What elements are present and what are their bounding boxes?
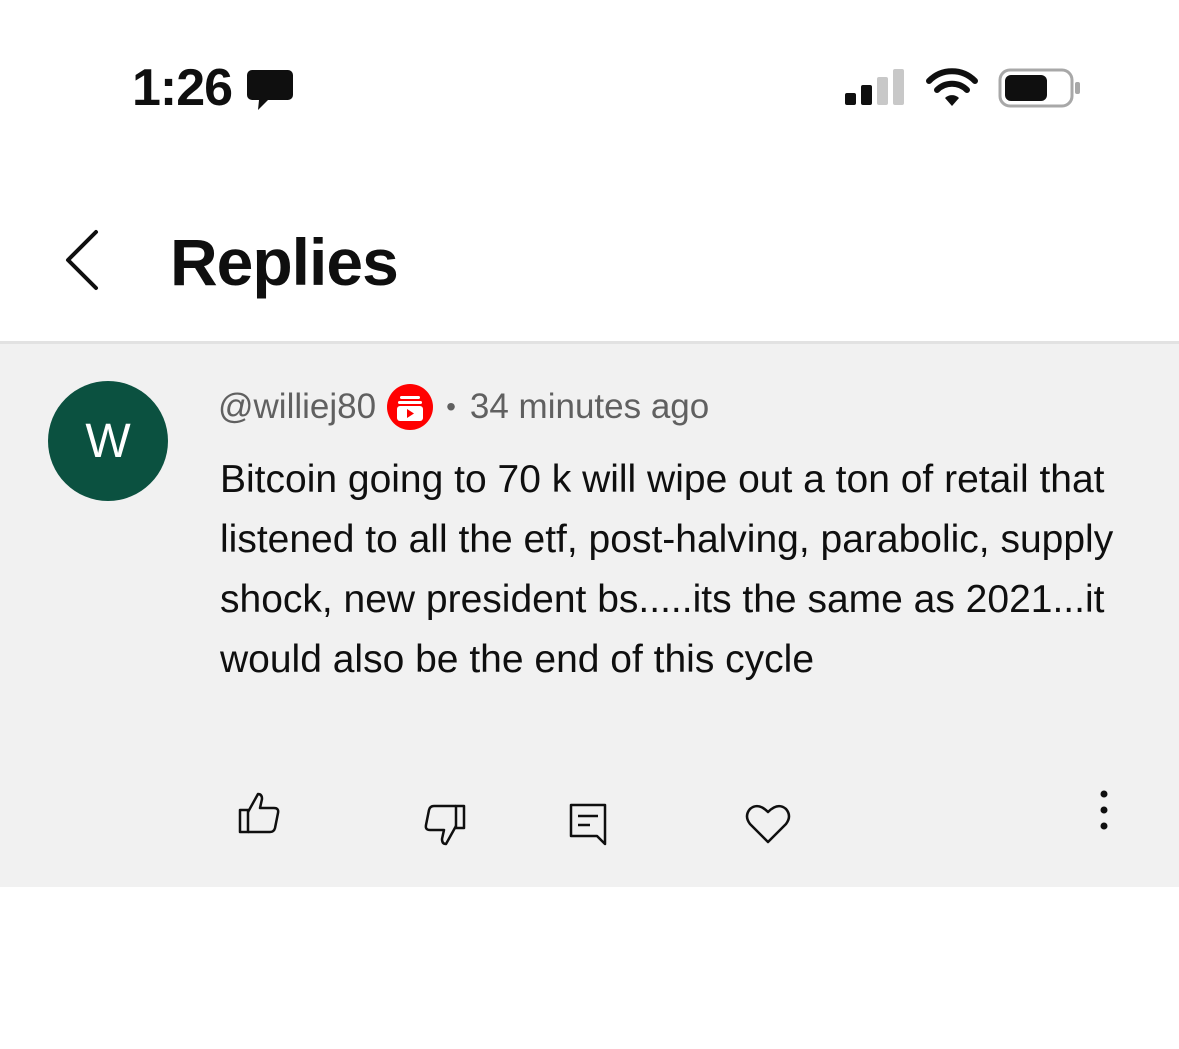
comment-meta: @williej80 • 34 minutes ago [218, 382, 709, 432]
comment-card: W @williej80 • 34 minutes ago Bitcoin go… [0, 344, 1179, 887]
comment-text: Bitcoin going to 70 k will wipe out a to… [220, 458, 1114, 681]
meta-separator: • [446, 391, 456, 422]
heart-icon[interactable] [744, 800, 792, 846]
status-time: 1:26 [132, 59, 233, 117]
replies-header: Replies [0, 150, 1179, 342]
avatar[interactable]: W [48, 381, 168, 501]
comment-timestamp: 34 minutes ago [469, 387, 710, 426]
member-badge-icon [387, 384, 434, 430]
more-vertical-icon[interactable] [1088, 788, 1120, 832]
thumbs-up-icon[interactable] [236, 790, 282, 836]
page-title: Replies [170, 225, 399, 299]
reply-icon[interactable] [568, 802, 610, 846]
thumbs-down-icon[interactable] [422, 802, 468, 848]
battery-icon [998, 68, 1080, 108]
back-button[interactable] [50, 220, 116, 300]
status-bar: 1:26 [0, 0, 1179, 150]
wifi-icon [926, 68, 978, 106]
avatar-letter: W [85, 414, 131, 468]
message-icon [247, 70, 293, 110]
signal-icon [845, 69, 904, 105]
comment-author-handle[interactable]: @williej80 [218, 387, 376, 427]
